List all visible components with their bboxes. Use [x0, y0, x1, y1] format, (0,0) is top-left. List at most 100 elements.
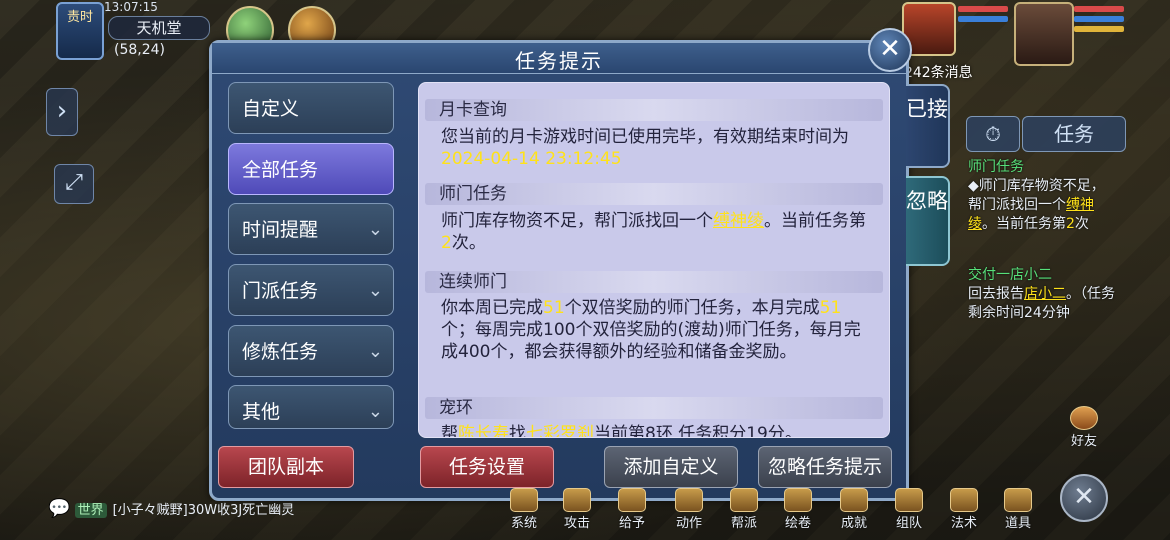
title-badge[interactable]: 责时 — [56, 2, 104, 60]
expiry-time: 2024-04-14 23:12:45 — [441, 149, 622, 169]
location-hud: 责时 13:07:15 天机堂 (58,24) — [48, 0, 210, 64]
section-heading-consecutive: 连续师门 — [425, 271, 883, 293]
action-achievement[interactable]: 成就 — [834, 488, 874, 531]
category-all-tasks[interactable]: 全部任务 — [228, 143, 394, 195]
section-text: 找 — [509, 424, 526, 438]
scroll-icon — [784, 488, 812, 512]
friends-button[interactable]: 好友 — [1064, 406, 1104, 449]
tracker-quest-deliver[interactable]: 交付一店小二 回去报告店小二。（任务剩余时间24分钟 — [968, 266, 1118, 323]
team-dungeon-button[interactable]: 团队副本 — [218, 446, 354, 488]
section-heading-sect-task: 师门任务 — [425, 183, 883, 205]
npc-link[interactable]: 陈长寿 — [458, 424, 509, 437]
chat-bubble-icon: 💬 — [48, 498, 71, 519]
location-name: 天机堂 — [108, 16, 210, 40]
tracker-count: 2 — [1066, 216, 1075, 232]
monthly-count: 51 — [819, 298, 842, 318]
section-body-pet-ring: 帮陈长寿找七彩罗刹当前第8环 任务积分19分。 — [441, 423, 869, 438]
section-text: 次。 — [451, 233, 486, 253]
section-text: 师门库存物资不足，帮门派找回一个 — [441, 211, 713, 231]
task-settings-button[interactable]: 任务设置 — [420, 446, 554, 488]
action-guild[interactable]: 帮派 — [724, 488, 764, 531]
player-hp-bar — [1074, 6, 1124, 12]
tracker-text: 。当前任务第 — [982, 216, 1066, 232]
player-sp-bar — [1074, 26, 1124, 32]
tracker-quest-body: ◆师门库存物资不足，帮门派找回一个缚神绫。当前任务第2次 — [968, 177, 1118, 234]
action-label: 道具 — [1004, 516, 1031, 531]
friends-label: 好友 — [1070, 434, 1097, 449]
tab-accepted[interactable]: 已接 — [906, 84, 950, 168]
action-attack[interactable]: 攻击 — [557, 488, 597, 531]
weekly-count: 51 — [543, 298, 565, 318]
section-body-consecutive: 你本周已完成51个双倍奖励的师门任务，本月完成51个；每周完成100个双倍奖励的… — [441, 297, 869, 363]
tracker-text: 次 — [1074, 216, 1089, 232]
section-heading-monthly-card: 月卡查询 — [425, 99, 883, 121]
action-label: 组队 — [895, 516, 922, 531]
category-label: 全部任务 — [242, 159, 319, 181]
section-text: 帮 — [441, 424, 458, 438]
action-label: 攻击 — [563, 516, 590, 531]
category-label: 时间提醒 — [242, 219, 319, 241]
section-heading-pet-ring: 宠环 — [425, 397, 883, 419]
chevron-down-icon: ⌄ — [367, 401, 383, 422]
task-count: 2 — [441, 233, 452, 253]
action-items[interactable]: 道具 — [998, 488, 1038, 531]
ignore-prompt-button[interactable]: 忽略任务提示 — [758, 446, 892, 488]
spell-icon — [950, 488, 978, 512]
action-team[interactable]: 组队 — [889, 488, 929, 531]
chevron-down-icon: ⌄ — [367, 280, 383, 301]
action-label: 绘卷 — [784, 516, 811, 531]
task-content-panel[interactable]: 月卡查询 您当前的月卡游戏时间已使用完毕，有效期结束时间为2024-04-14 … — [418, 82, 890, 438]
tab-ignored[interactable]: 忽略 — [906, 176, 950, 266]
action-give[interactable]: 给予 — [612, 488, 652, 531]
items-icon — [1004, 488, 1032, 512]
chevron-down-icon: ⌄ — [367, 341, 383, 362]
section-text: 个；每周完成100个双倍奖励的(渡劫)师门任务，每月完成400个，都会获得额外的… — [441, 320, 861, 362]
category-sect-tasks[interactable]: 门派任务 ⌄ — [228, 264, 394, 316]
tracker-quest-title: 交付一店小二 — [968, 267, 1052, 283]
tracker-npc-link[interactable]: 店小二 — [1024, 286, 1066, 302]
action-spell[interactable]: 法术 — [944, 488, 984, 531]
guild-icon — [730, 488, 758, 512]
team-icon — [895, 488, 923, 512]
close-icon[interactable]: ✕ — [868, 28, 912, 72]
pet-hp-bar — [958, 6, 1008, 12]
location-coords: (58,24) — [114, 42, 166, 58]
collapse-menu-icon[interactable]: ✕ — [1060, 474, 1108, 522]
add-custom-button[interactable]: 添加自定义 — [604, 446, 738, 488]
player-portrait[interactable] — [1014, 2, 1074, 66]
category-label: 门派任务 — [242, 280, 319, 302]
action-scroll[interactable]: 绘卷 — [778, 488, 818, 531]
section-body-sect-task: 师门库存物资不足，帮门派找回一个缚神绫。当前任务第 2次。 — [441, 210, 869, 254]
timer-icon[interactable]: ⏱ — [966, 116, 1020, 152]
dialog-title: 任务提示 — [515, 49, 603, 73]
category-time-reminder[interactable]: 时间提醒 ⌄ — [228, 203, 394, 255]
pet-mp-bar — [958, 16, 1008, 22]
achievement-icon — [840, 488, 868, 512]
section-text: 个双倍奖励的师门任务，本月完成 — [564, 298, 820, 318]
section-text: 。当前任务第 — [764, 211, 866, 231]
expand-arrow-icon[interactable]: › — [46, 88, 78, 136]
item-link[interactable]: 缚神绫 — [713, 211, 764, 231]
category-custom[interactable]: 自定义 — [228, 82, 394, 134]
tracker-quest-sect[interactable]: 师门任务 ◆师门库存物资不足，帮门派找回一个缚神绫。当前任务第2次 — [968, 158, 1118, 234]
tracker-task-button[interactable]: 任务 — [1022, 116, 1126, 152]
action-label: 帮派 — [730, 516, 757, 531]
chevron-down-icon: ⌄ — [367, 219, 383, 240]
section-text: 当前第8环 任务积分19分。 — [594, 424, 802, 438]
clock: 13:07:15 — [104, 0, 158, 14]
category-other[interactable]: 其他 ⌄ — [228, 385, 394, 429]
category-training-tasks[interactable]: 修炼任务 ⌄ — [228, 325, 394, 377]
pet-link[interactable]: 七彩罗刹 — [526, 424, 594, 437]
section-text: 你本周已完成 — [441, 298, 543, 318]
action-system[interactable]: 系统 — [504, 488, 544, 531]
action-label: 成就 — [840, 516, 867, 531]
chat-channel-tag: 世界 — [74, 503, 107, 518]
fullscreen-icon[interactable]: ⤢ — [54, 164, 94, 204]
attack-icon — [563, 488, 591, 512]
action-emote[interactable]: 动作 — [669, 488, 709, 531]
give-icon — [618, 488, 646, 512]
world-chat[interactable]: 💬 世界 [小子々贼野]30W收3J死亡幽灵 — [48, 498, 294, 519]
action-label: 法术 — [950, 516, 977, 531]
section-text: 您当前的月卡游戏时间已使用完毕，有效期结束时间为 — [441, 127, 849, 147]
dialog-titlebar: 任务提示 — [212, 43, 906, 74]
